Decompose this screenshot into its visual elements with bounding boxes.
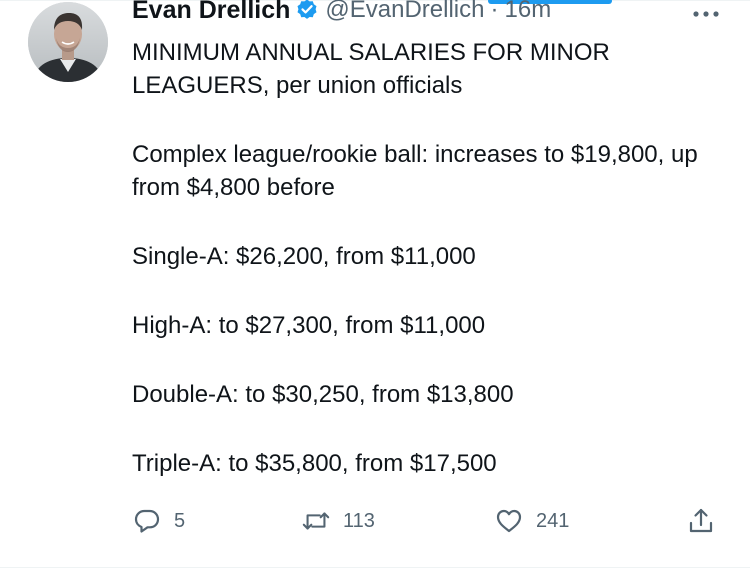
tweet-paragraph-single-a: Single-A: $26,200, from $11,000 [132,243,476,270]
reply-count: 5 [174,509,186,532]
tweet-card: Evan Drellich @EvanDrellich · 16m MINIMU… [0,0,750,568]
more-options-button[interactable] [690,2,722,26]
heart-icon [494,506,524,536]
author-display-name[interactable]: Evan Drellich [132,0,290,25]
tweet-paragraph-triple-a: Triple-A: to $35,800, from $17,500 [132,450,497,477]
tweet-header: Evan Drellich @EvanDrellich · 16m [132,0,551,30]
share-icon [686,506,716,536]
verified-badge-icon [295,0,319,22]
like-button[interactable]: 241 [494,500,569,542]
tweet-paragraph-high-a: High-A: to $27,300, from $11,000 [132,312,486,339]
header-separator: · [490,0,499,23]
tweet-paragraph-complex: Complex league/rookie ball: increases to… [132,141,698,201]
reply-icon [132,506,162,536]
share-button[interactable] [686,500,716,542]
retweet-count: 113 [343,509,375,532]
avatar-image [28,2,108,82]
retweet-button[interactable]: 113 [301,500,375,542]
tweet-timestamp[interactable]: 16m [505,0,552,24]
tweet-text: MINIMUM ANNUAL SALARIES FOR MINOR LEAGUE… [132,36,732,480]
tweet-paragraph-double-a: Double-A: to $30,250, from $13,800 [132,381,514,408]
tweet-paragraph-headline: MINIMUM ANNUAL SALARIES FOR MINOR LEAGUE… [132,39,610,99]
retweet-icon [301,506,331,536]
like-count: 241 [536,509,570,532]
action-bar: 5 113 241 [0,500,750,542]
reply-button[interactable]: 5 [132,500,185,542]
more-horizontal-icon [693,11,719,17]
avatar[interactable] [28,2,108,82]
author-handle[interactable]: @EvanDrellich [325,0,484,24]
